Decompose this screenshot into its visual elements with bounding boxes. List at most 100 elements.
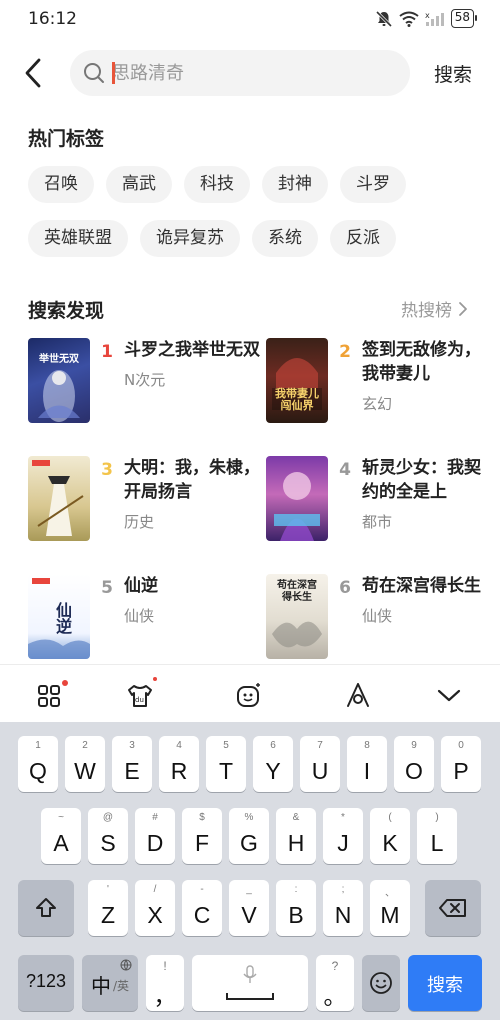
period-key[interactable]: ? 。 [316,955,354,1011]
key-x[interactable]: / X [135,880,175,936]
tag-chip[interactable]: 封神 [262,166,328,203]
key-m[interactable]: 、 M [370,880,410,936]
book-info: 斗罗之我举世无双 N次元 [124,338,266,423]
key-f[interactable]: $ F [182,808,222,864]
key-main: H [287,830,305,856]
book-item[interactable]: 我带妻儿闯仙界 2 签到无敌修为，我带妻儿 玄幻 [266,338,488,423]
key-a[interactable]: ~ A [41,808,81,864]
key-i[interactable]: 8I [347,736,387,792]
tag-chip[interactable]: 召唤 [28,166,94,203]
book-rank: 2 [339,342,351,362]
key-sub: 、 [385,888,395,899]
hot-tags-list: 召唤 高武 科技 封神 斗罗 英雄联盟 诡异复苏 系统 反派 [28,166,478,257]
tag-chip[interactable]: 高武 [106,166,172,203]
key-h[interactable]: & H [276,808,316,864]
key-r[interactable]: 4R [159,736,199,792]
globe-icon [120,959,132,971]
key-d[interactable]: # D [135,808,175,864]
book-info: 苟在深宫得长生 仙侠 [362,574,488,659]
language-switch-key[interactable]: 中 /英 [82,955,138,1011]
key-b[interactable]: :B [276,880,316,936]
tag-chip[interactable]: 英雄联盟 [28,220,128,257]
chevron-left-icon[interactable] [20,56,48,90]
book-item[interactable]: 苟在深宫得长生 6 苟在深宫得长生 仙侠 [266,574,488,659]
tag-chip[interactable]: 斗罗 [340,166,406,203]
key-sub: & [292,812,300,823]
search-button[interactable]: 搜索 [434,60,472,87]
key-sub: 2 [82,740,88,751]
battery-indicator: 58 [450,9,478,28]
book-cover: 仙逆 [28,574,90,659]
cover-art [32,460,84,536]
hot-ranking-link[interactable]: 热搜榜 [401,296,468,321]
space-bar-icon [226,993,274,1000]
key-p[interactable]: 0P [441,736,481,792]
key-e[interactable]: 3E [112,736,152,792]
emoji-icon[interactable] [234,680,264,710]
key-sub: % [244,812,254,823]
numbers-key[interactable]: ?123 [18,955,74,1011]
key-y[interactable]: 6Y [253,736,293,792]
book-item[interactable]: 3 大明：我，朱棣，开局扬言 历史 [28,456,266,541]
shift-key[interactable] [18,880,74,936]
key-l[interactable]: ) L [417,808,457,864]
svg-text:du: du [135,696,144,704]
search-enter-key[interactable]: 搜索 [408,955,482,1011]
tag-chip[interactable]: 科技 [184,166,250,203]
tag-chip[interactable]: 反派 [330,220,396,257]
key-c[interactable]: -C [182,880,222,936]
book-title: 仙逆 [124,576,158,596]
key-main: D [146,830,164,856]
key-z[interactable]: ' Z [88,880,128,936]
key-v[interactable]: _ V [229,880,269,936]
key-n[interactable]: ; N [323,880,363,936]
search-input[interactable] [112,58,392,88]
cover-title: 我带妻儿闯仙界 [275,387,319,412]
key-main: ， [153,983,177,1009]
key-u[interactable]: 7U [300,736,340,792]
key-t[interactable]: 5T [206,736,246,792]
key-main: Q [29,758,47,784]
tag-chip[interactable]: 系统 [252,220,318,257]
key-sub: 9 [411,740,417,751]
svg-text:x: x [425,11,430,20]
search-box[interactable] [70,50,410,96]
key-w[interactable]: 2W [65,736,105,792]
voice-assistant-icon[interactable] [343,680,373,710]
key-s[interactable]: @ S [88,808,128,864]
key-main: O [405,758,423,784]
tag-chip[interactable]: 诡异复苏 [140,220,240,257]
book-item[interactable]: 举世无双 1 斗罗之我举世无双 N次元 [28,338,266,423]
hot-ranking-label: 热搜榜 [401,301,452,321]
key-o[interactable]: 9O [394,736,434,792]
chevron-down-icon[interactable] [434,680,464,710]
book-genre: 都市 [362,513,393,531]
key-main: 搜索 [427,975,463,996]
text-cursor [112,62,115,84]
book-item[interactable]: 仙逆 5 仙逆 仙侠 [28,574,266,659]
book-rank: 5 [101,578,113,598]
key-main: V [241,902,257,928]
book-info: 签到无敌修为，我带妻儿 玄幻 [362,338,488,423]
key-sub: ( [388,812,392,823]
keyboard-toolbar: du [0,664,500,722]
backspace-key[interactable] [425,880,481,936]
comma-key[interactable]: ! ， [146,955,184,1011]
cover-art [274,472,320,541]
key-g[interactable]: % G [229,808,269,864]
space-key[interactable] [192,955,308,1011]
emoji-key[interactable] [362,955,400,1011]
key-sub: 1 [35,740,41,751]
key-main: Z [100,902,116,928]
key-q[interactable]: 1Q [18,736,58,792]
status-bar: 16:12 x 58 [0,0,500,40]
key-main: U [311,758,329,784]
microphone-icon [243,965,257,983]
key-k[interactable]: (K [370,808,410,864]
skin-shirt-icon[interactable]: du [125,680,155,710]
keyboard: 1Q 2W 3E 4R 5T 6Y 7U 8I 9O 0P ~ A @ S # D $… [0,722,500,1020]
book-item[interactable]: 4 斩灵少女：我契约的全是上 都市 [266,456,488,541]
book-rank: 4 [339,460,351,480]
key-sub: : [294,884,298,895]
key-j[interactable]: * J [323,808,363,864]
